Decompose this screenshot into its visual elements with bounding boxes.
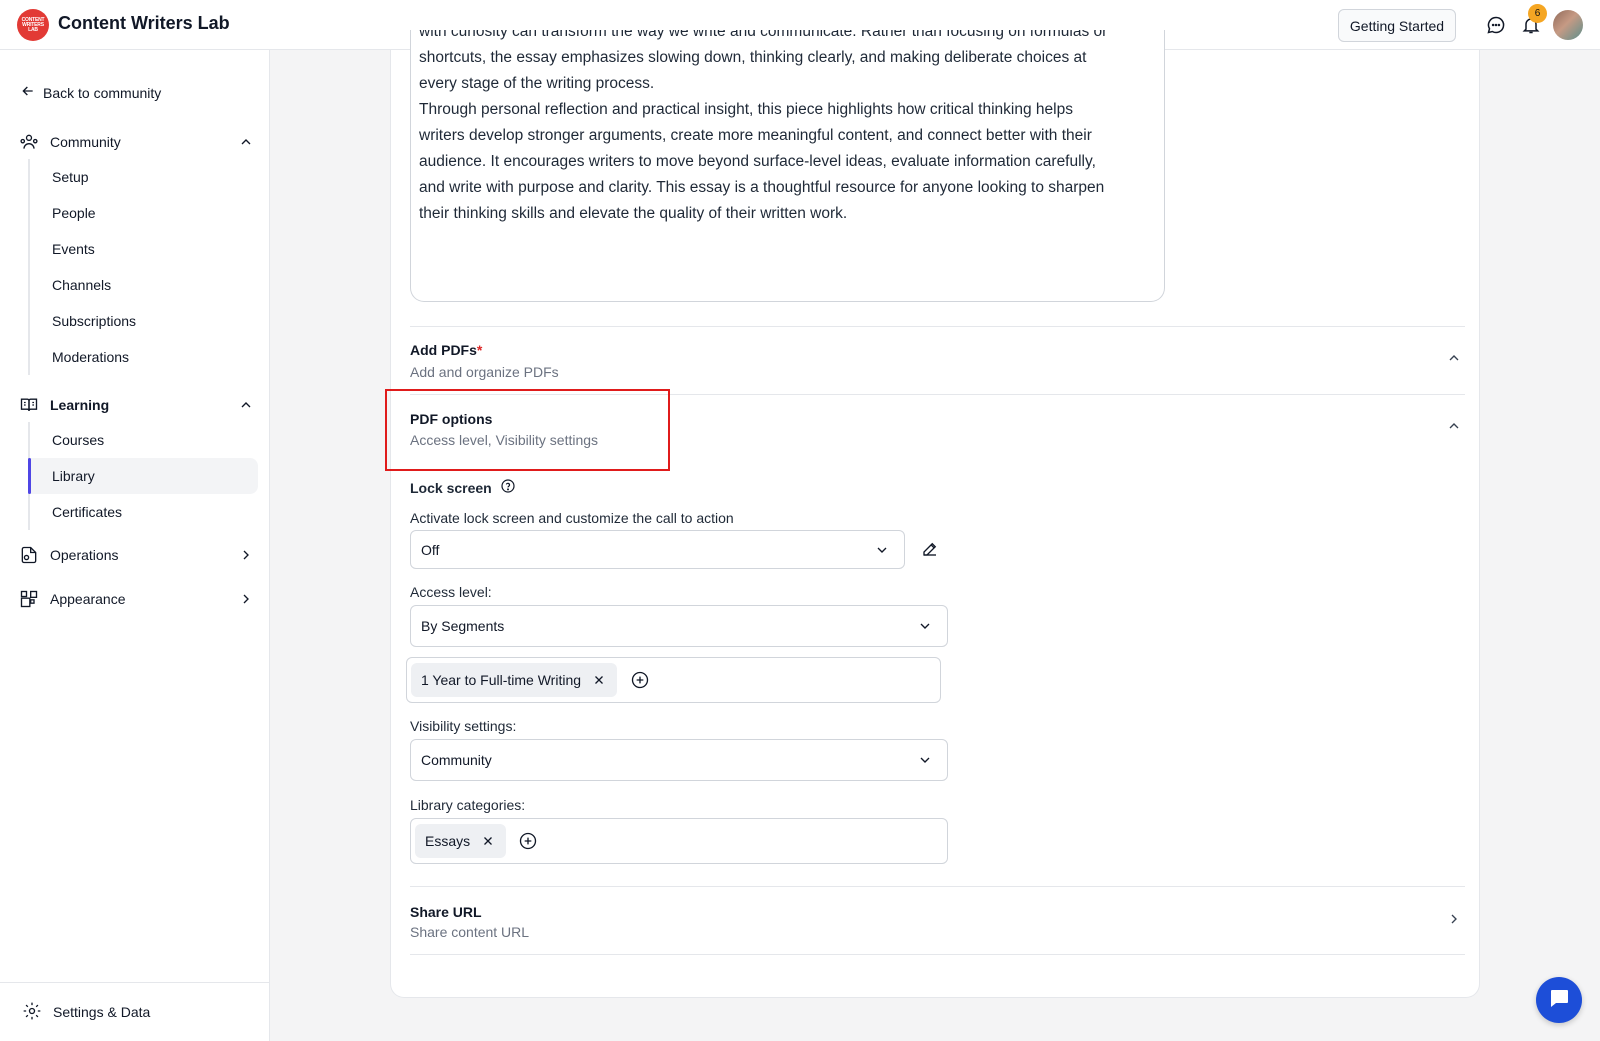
- lock-screen-help: Activate lock screen and customize the c…: [410, 510, 734, 526]
- community-icon: [18, 131, 40, 153]
- category-tag-label: Essays: [425, 833, 471, 849]
- book-open-icon: [18, 394, 40, 416]
- community-label: Community: [50, 134, 121, 150]
- chevron-down-icon: [917, 752, 933, 768]
- sidebar-item-certificates[interactable]: Certificates: [30, 494, 258, 530]
- access-level-value: By Segments: [421, 618, 505, 634]
- description-line: and write with purpose and clarity. This…: [419, 179, 1105, 196]
- sidebar-item-people[interactable]: People: [30, 195, 258, 231]
- chevron-right-icon[interactable]: [238, 591, 254, 607]
- sidebar-item-courses[interactable]: Courses: [30, 422, 258, 458]
- lock-screen-select[interactable]: Off: [410, 530, 905, 569]
- access-level-select[interactable]: By Segments: [410, 605, 948, 647]
- share-url-title[interactable]: Share URL: [410, 904, 482, 920]
- sidebar-item-subscriptions[interactable]: Subscriptions: [30, 303, 258, 339]
- library-categories-label: Library categories:: [410, 797, 526, 813]
- divider: [410, 954, 1465, 955]
- library-categories-tag-input[interactable]: Essays: [410, 818, 948, 864]
- app-title[interactable]: Content Writers Lab: [58, 13, 230, 34]
- visibility-settings-label: Visibility settings:: [410, 718, 517, 734]
- segment-tag-label: 1 Year to Full-time Writing: [421, 672, 582, 688]
- gear-icon: [22, 1001, 42, 1024]
- description-line: with curiosity can transform the way we …: [419, 30, 1108, 40]
- divider: [410, 886, 1465, 887]
- sidebar: Back to community Community Setup People…: [0, 50, 270, 1041]
- notification-badge: 6: [1528, 4, 1547, 23]
- plus-circle-icon[interactable]: [518, 831, 538, 851]
- close-icon[interactable]: [591, 672, 607, 688]
- chevron-down-icon: [874, 542, 890, 558]
- description-line: shortcuts, the essay emphasizes slowing …: [419, 49, 1087, 66]
- chevron-up-icon[interactable]: [1444, 348, 1464, 368]
- description-line: writers develop stronger arguments, crea…: [419, 127, 1092, 144]
- chevron-up-icon[interactable]: [238, 134, 254, 150]
- sidebar-section-community[interactable]: Community: [18, 129, 254, 155]
- visibility-settings-value: Community: [421, 752, 492, 768]
- sidebar-section-appearance[interactable]: Appearance: [18, 586, 254, 612]
- chevron-down-icon: [917, 618, 933, 634]
- chat-icon[interactable]: [1484, 13, 1508, 37]
- sidebar-item-moderations[interactable]: Moderations: [30, 339, 258, 375]
- chevron-right-icon[interactable]: [1444, 909, 1464, 929]
- description-text: with curiosity can transform the way we …: [419, 30, 1154, 227]
- highlight-annotation: [385, 389, 670, 471]
- getting-started-button[interactable]: Getting Started: [1338, 9, 1456, 42]
- pencil-icon[interactable]: [920, 539, 940, 559]
- add-pdfs-subtitle: Add and organize PDFs: [410, 364, 559, 380]
- learning-label: Learning: [50, 397, 110, 413]
- learning-subnav: Courses Library Certificates: [28, 422, 258, 530]
- logo-text: CONTENT WRITERS LAB: [21, 16, 45, 33]
- operations-icon: [18, 544, 40, 566]
- user-avatar[interactable]: [1553, 10, 1583, 40]
- back-to-community-link[interactable]: Back to community: [20, 83, 161, 102]
- sidebar-item-channels[interactable]: Channels: [30, 267, 258, 303]
- share-url-subtitle: Share content URL: [410, 924, 530, 940]
- segments-tag-input[interactable]: 1 Year to Full-time Writing: [406, 657, 941, 703]
- chat-bubble-icon: [1547, 986, 1571, 1015]
- add-pdfs-title-text: Add PDFs: [410, 342, 477, 358]
- required-mark: *: [476, 342, 483, 358]
- plus-circle-icon[interactable]: [630, 670, 650, 690]
- category-tag: Essays: [415, 824, 507, 858]
- settings-label: Settings & Data: [53, 1004, 151, 1020]
- operations-label: Operations: [50, 547, 119, 563]
- sidebar-item-library[interactable]: Library: [28, 458, 258, 494]
- description-line: Through personal reflection and practica…: [419, 101, 1073, 118]
- sidebar-section-learning[interactable]: Learning: [18, 392, 254, 418]
- lock-screen-label-text: Lock screen: [410, 479, 492, 496]
- visibility-settings-select[interactable]: Community: [410, 739, 948, 781]
- sidebar-item-events[interactable]: Events: [30, 231, 258, 267]
- appearance-label: Appearance: [50, 591, 126, 607]
- sidebar-item-setup[interactable]: Setup: [30, 159, 258, 195]
- access-level-label: Access level:: [410, 584, 492, 600]
- support-chat-button[interactable]: [1536, 977, 1582, 1023]
- sidebar-section-operations[interactable]: Operations: [18, 542, 254, 568]
- lock-screen-value: Off: [421, 541, 440, 558]
- community-subnav: Setup People Events Channels Subscriptio…: [28, 159, 258, 375]
- help-circle-icon[interactable]: [500, 478, 516, 497]
- chevron-right-icon[interactable]: [238, 547, 254, 563]
- appearance-icon: [18, 588, 40, 610]
- add-pdfs-title[interactable]: Add PDFs*: [410, 342, 482, 358]
- divider: [410, 326, 1465, 327]
- description-textarea[interactable]: with curiosity can transform the way we …: [410, 30, 1165, 302]
- description-line: every stage of the writing process.: [419, 75, 655, 92]
- segment-tag: 1 Year to Full-time Writing: [411, 663, 618, 697]
- description-line: their thinking skills and elevate the qu…: [419, 205, 848, 222]
- settings-and-data-link[interactable]: Settings & Data: [0, 982, 269, 1041]
- arrow-left-icon: [20, 83, 36, 102]
- chevron-up-icon[interactable]: [1444, 416, 1464, 436]
- lock-screen-label: Lock screen: [410, 478, 516, 497]
- back-link-label: Back to community: [43, 84, 162, 101]
- close-icon[interactable]: [480, 833, 496, 849]
- description-line: audience. It encourages writers to move …: [419, 153, 1096, 170]
- app-logo[interactable]: CONTENT WRITERS LAB: [17, 9, 49, 41]
- chevron-up-icon[interactable]: [238, 397, 254, 413]
